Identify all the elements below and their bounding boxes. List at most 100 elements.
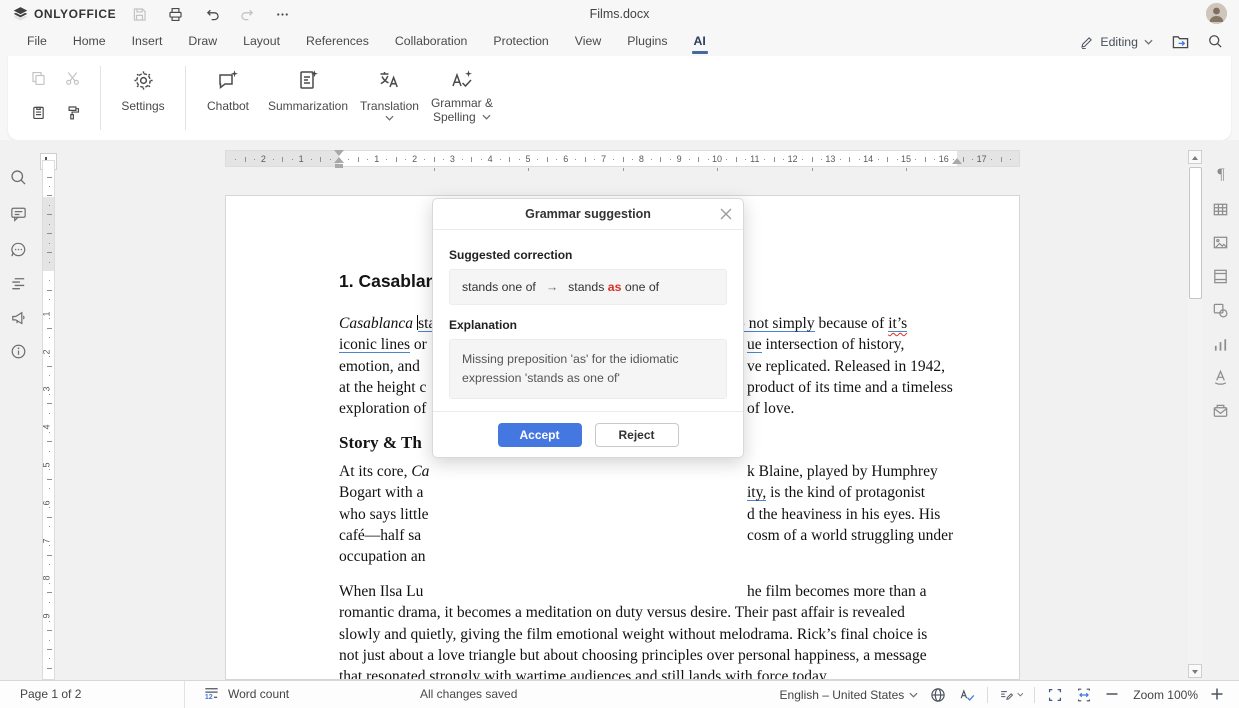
doc-line: slowly and quietly, giving the film emot… [339,624,961,645]
chevron-down-icon [909,692,918,698]
reject-button[interactable]: Reject [595,423,679,447]
statusbar-right-controls: English – United States Zoom 100% [780,681,1227,708]
chatbot-label: Chatbot [207,99,249,113]
comments-icon[interactable] [9,204,29,224]
zoom-out-button[interactable] [1104,686,1122,704]
shape-settings-icon[interactable] [1211,301,1231,321]
chatbot-icon [216,67,240,93]
left-indent-marker[interactable] [335,164,343,168]
vertical-ruler[interactable]: 123456789 [42,160,55,680]
copy-style-icon[interactable] [64,104,82,122]
translation-icon [377,67,401,93]
chatbot-button[interactable]: Chatbot [194,67,262,140]
close-icon[interactable] [720,208,732,220]
summarization-button[interactable]: Summarization [262,67,354,140]
tab-view[interactable]: View [562,28,614,56]
search-icon[interactable] [1207,33,1225,51]
zoom-level-label: Zoom 100% [1133,688,1198,702]
feedback-icon[interactable] [9,308,29,328]
scrollbar-thumb[interactable] [1189,167,1202,299]
scroll-up-button[interactable] [1188,150,1202,164]
statusbar-divider [987,687,988,703]
fit-page-icon[interactable] [1046,686,1064,704]
chevron-down-icon [385,115,394,121]
arrow-right-icon: → [546,280,558,294]
toolbar-divider [185,66,186,130]
doc-heading-2: Story & Th [339,433,422,453]
navigation-headings-icon[interactable] [9,274,29,294]
track-changes-selector[interactable] [999,686,1023,704]
correction-original: stands one of [462,280,536,294]
about-icon[interactable] [9,342,29,362]
chevron-down-icon [482,114,491,120]
chevron-down-icon [1144,39,1153,45]
tab-draw[interactable]: Draw [175,28,230,56]
document-title: Films.docx [0,7,1239,21]
title-bar: ONLYOFFICE Films.docx [0,0,1239,28]
tab-collaboration[interactable]: Collaboration [382,28,480,56]
fit-width-icon[interactable] [1075,686,1093,704]
toolbar-divider [100,66,101,130]
settings-button[interactable]: Settings [109,67,177,140]
tab-references[interactable]: References [293,28,382,56]
cut-icon[interactable] [64,70,82,88]
word-count-button[interactable]: 12 Word count [203,685,289,702]
find-icon[interactable] [9,168,29,188]
doc-line: At its core, Cak Blaine, played by Humph… [339,461,961,482]
ai-toolbar: Settings Chatbot Summarization Translati… [8,56,1231,140]
summarization-label: Summarization [268,99,348,113]
chart-settings-icon[interactable] [1211,335,1231,355]
language-label: English – United States [780,688,905,702]
tab-home[interactable]: Home [60,28,119,56]
hanging-indent-marker[interactable] [334,157,344,163]
vertical-scrollbar[interactable] [1188,150,1202,678]
chat-icon[interactable] [9,240,29,260]
doc-paragraph-3: When Ilsa Luhe film becomes more than a … [339,581,961,680]
dialog-header[interactable]: Grammar suggestion [433,199,743,230]
mail-merge-settings-icon[interactable] [1211,402,1231,422]
doc-line: not just about a love triangle but about… [339,645,961,666]
vertical-ruler-ticks: 123456789 [43,161,54,679]
triangle-up-icon [1192,156,1198,160]
right-indent-marker[interactable] [952,158,962,164]
page-indicator: Page 1 of 2 [20,687,81,701]
translation-button[interactable]: Translation [354,67,425,140]
right-panel: ¶ [1203,140,1239,680]
horizontal-ruler[interactable]: 211234567891011121314151617 [225,150,1020,167]
accept-button[interactable]: Accept [498,423,582,447]
paragraph-settings-icon[interactable]: ¶ [1211,165,1231,185]
doc-line: romantic drama, it becomes a meditation … [339,602,961,623]
statusbar-divider [184,681,185,708]
grammar-spelling-button[interactable]: Grammar & Spelling [425,67,499,140]
spell-checking-icon[interactable] [958,686,976,704]
user-avatar[interactable] [1206,3,1227,24]
correction-result-post: one of [621,280,659,294]
image-settings-icon[interactable] [1211,233,1231,253]
correction-result-pre: stands [568,280,608,294]
table-settings-icon[interactable] [1211,200,1231,220]
header-footer-settings-icon[interactable] [1211,267,1231,287]
dialog-footer: Accept Reject [433,411,743,457]
grammar-label-line1: Grammar & [431,96,493,110]
summarization-icon [296,67,320,93]
clipboard-group [30,70,82,140]
document-language-icon[interactable] [929,686,947,704]
first-line-indent-marker[interactable] [334,150,344,156]
text-art-settings-icon[interactable] [1211,368,1231,388]
grammar-spelling-icon [450,67,474,93]
zoom-in-button[interactable] [1209,686,1227,704]
scroll-down-button[interactable] [1188,664,1202,678]
tab-plugins[interactable]: Plugins [614,28,680,56]
tab-insert[interactable]: Insert [119,28,176,56]
editing-mode-selector[interactable]: Editing [1079,35,1153,50]
paste-icon[interactable] [30,104,48,122]
tab-ai[interactable]: AI [681,28,719,56]
tab-file[interactable]: File [14,28,60,56]
doc-line: who says littled the heaviness in his ey… [339,504,961,525]
tab-layout[interactable]: Layout [230,28,293,56]
chevron-down-icon [1017,692,1024,697]
copy-icon[interactable] [30,70,48,88]
open-file-location-button[interactable] [1171,33,1189,51]
tab-protection[interactable]: Protection [480,28,561,56]
language-selector[interactable]: English – United States [780,688,919,702]
